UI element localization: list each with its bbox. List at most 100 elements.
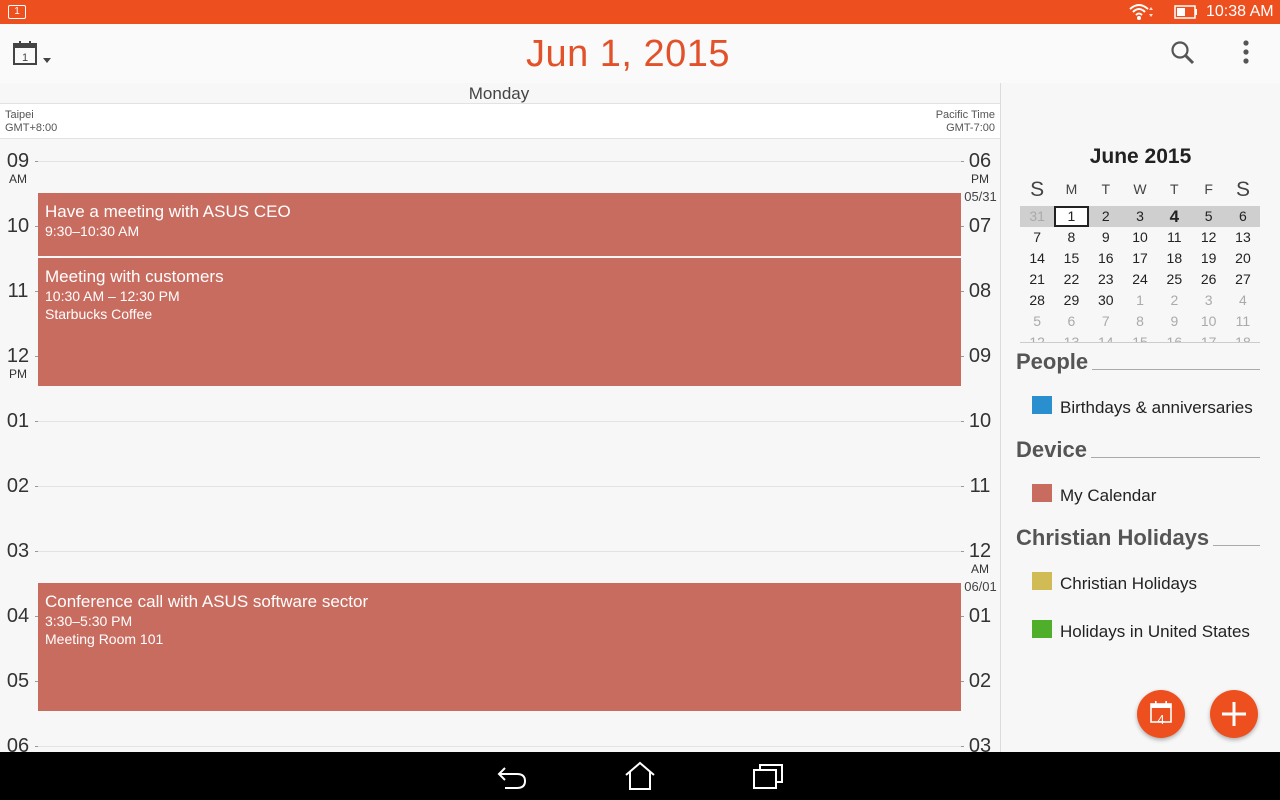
hour-label-left: 10: [6, 215, 30, 237]
search-button[interactable]: [1168, 38, 1198, 68]
mini-calendar-day[interactable]: 6: [1054, 311, 1088, 332]
mini-calendar-day[interactable]: 4: [1226, 290, 1260, 311]
hour-label-right: 03: [968, 735, 992, 752]
weekday-label: W: [1133, 181, 1147, 197]
mini-calendar-week: 28 29 30 1 2 3 4: [1020, 290, 1260, 311]
mini-calendar-day[interactable]: 10: [1192, 311, 1226, 332]
home-button[interactable]: [623, 760, 657, 792]
mini-calendar-week: 5 6 7 8 9 10 11: [1020, 311, 1260, 332]
page-title[interactable]: Jun 1, 2015: [0, 33, 1256, 76]
event-time: 9:30–10:30 AM: [45, 223, 140, 239]
mini-calendar-day[interactable]: 4: [1157, 206, 1191, 227]
calendar-color-swatch: [1032, 396, 1052, 414]
weekday-label: T: [1101, 181, 1111, 197]
weekday-label: S: [1030, 178, 1045, 201]
mini-calendar-grid[interactable]: 31 1 2 3 4 5 6 7 8 9 10 11 12 13 14 15 16 17 18 19 20 21 22 23 2…: [1020, 206, 1260, 343]
timezone-left-city: Taipei: [5, 109, 34, 121]
event-card[interactable]: Have a meeting with ASUS CEO 9:30–10:30 …: [38, 193, 961, 256]
mini-calendar-day[interactable]: 2: [1089, 206, 1123, 227]
mini-calendar-day[interactable]: 25: [1157, 269, 1191, 290]
ampm-label-right: PM: [971, 172, 989, 186]
search-icon: [1171, 41, 1195, 65]
mini-calendar-day[interactable]: 31: [1020, 206, 1054, 227]
event-time: 3:30–5:30 PM: [45, 613, 133, 629]
calendar-color-swatch: [1032, 620, 1052, 638]
mini-calendar-day[interactable]: 3: [1192, 290, 1226, 311]
mini-calendar-month[interactable]: June 2015: [1001, 145, 1280, 169]
hour-line: [38, 161, 961, 162]
mini-calendar-day[interactable]: 1: [1123, 290, 1157, 311]
day-name: Monday: [468, 84, 530, 103]
mini-calendar-day[interactable]: 5: [1020, 311, 1054, 332]
hour-label-left: 09: [6, 150, 30, 172]
mini-calendar-day[interactable]: 7: [1020, 227, 1054, 248]
hour-label-right: 12: [968, 540, 992, 562]
status-time: 10:38 AM: [1206, 3, 1274, 20]
event-location: Meeting Room 101: [45, 631, 164, 647]
divider: [1020, 342, 1260, 343]
home-icon: [625, 761, 655, 790]
status-bar: 1 10:38 AM: [0, 0, 1280, 24]
mini-calendar-day[interactable]: 3: [1123, 206, 1157, 227]
app-bar: 1 Jun 1, 2015: [0, 24, 1280, 83]
mini-calendar-day[interactable]: 1: [1054, 206, 1089, 227]
mini-calendar-day[interactable]: 19: [1192, 248, 1226, 269]
overflow-menu-button[interactable]: [1236, 38, 1256, 68]
mini-calendar-day[interactable]: 14: [1020, 248, 1054, 269]
mini-calendar-day[interactable]: 22: [1054, 269, 1088, 290]
calendar-group-title: Device: [1016, 437, 1091, 463]
mini-calendar-day[interactable]: 9: [1157, 311, 1191, 332]
calendar-group-title: People: [1016, 349, 1093, 375]
mini-calendar-day[interactable]: 29: [1054, 290, 1088, 311]
calendar-item-label: Birthdays & anniversaries: [1060, 398, 1253, 417]
mini-calendar-day[interactable]: 23: [1089, 269, 1123, 290]
mini-calendar-day[interactable]: 21: [1020, 269, 1054, 290]
mini-calendar-day[interactable]: 20: [1226, 248, 1260, 269]
mini-calendar-day[interactable]: 11: [1157, 227, 1191, 248]
calendar-item-label: Holidays in United States: [1060, 622, 1250, 641]
calendar-color-swatch: [1032, 484, 1052, 502]
weekday-label: F: [1204, 181, 1213, 197]
ampm-label-right: AM: [971, 562, 989, 576]
mini-calendar-day[interactable]: 28: [1020, 290, 1054, 311]
mini-calendar-day[interactable]: 13: [1226, 227, 1260, 248]
mini-calendar-day[interactable]: 26: [1192, 269, 1226, 290]
add-event-button[interactable]: [1210, 690, 1258, 738]
mini-calendar-day[interactable]: 9: [1089, 227, 1123, 248]
mini-calendar-week: 21 22 23 24 25 26 27: [1020, 269, 1260, 290]
today-number: 4: [1157, 712, 1165, 727]
plus-icon: [1222, 702, 1246, 726]
go-to-today-button[interactable]: 4: [1137, 690, 1185, 738]
mini-calendar-day[interactable]: 11: [1226, 311, 1260, 332]
calendar-group-people: People: [1016, 349, 1260, 375]
mini-calendar-day[interactable]: 8: [1123, 311, 1157, 332]
weekday-label: T: [1170, 181, 1179, 197]
event-card[interactable]: Meeting with customers 10:30 AM – 12:30 …: [38, 258, 961, 386]
mini-calendar-day[interactable]: 18: [1157, 248, 1191, 269]
mini-calendar-day[interactable]: 2: [1157, 290, 1191, 311]
mini-calendar-day[interactable]: 12: [1192, 227, 1226, 248]
hour-label-right: 11: [969, 475, 991, 497]
event-location: Starbucks Coffee: [45, 306, 153, 322]
mini-calendar-day[interactable]: 8: [1054, 227, 1088, 248]
back-button[interactable]: [495, 760, 529, 792]
timezone-row: Taipei GMT+8:00 Pacific Time GMT-7:00: [0, 103, 1000, 139]
mini-calendar-day[interactable]: 10: [1123, 227, 1157, 248]
mini-calendar-day[interactable]: 7: [1089, 311, 1123, 332]
timezone-right-city: Pacific Time: [935, 109, 995, 121]
recents-button[interactable]: [751, 760, 785, 792]
mini-calendar-day[interactable]: 27: [1226, 269, 1260, 290]
mini-calendar-day[interactable]: 5: [1192, 206, 1226, 227]
mini-calendar-day[interactable]: 17: [1123, 248, 1157, 269]
event-card[interactable]: Conference call with ASUS software secto…: [38, 583, 961, 711]
mini-calendar-day[interactable]: 6: [1226, 206, 1260, 227]
hour-line: [38, 486, 961, 487]
mini-calendar-day[interactable]: 15: [1054, 248, 1088, 269]
mini-calendar-day[interactable]: 24: [1123, 269, 1157, 290]
navigation-bar: [0, 752, 1280, 800]
day-view[interactable]: Monday Taipei GMT+8:00 Pacific Time GMT-…: [0, 83, 1000, 752]
ampm-label-left: PM: [9, 367, 27, 381]
mini-calendar-day[interactable]: 30: [1089, 290, 1123, 311]
mini-calendar-weekdays: SMTWTFS: [1020, 178, 1260, 203]
mini-calendar-day[interactable]: 16: [1089, 248, 1123, 269]
